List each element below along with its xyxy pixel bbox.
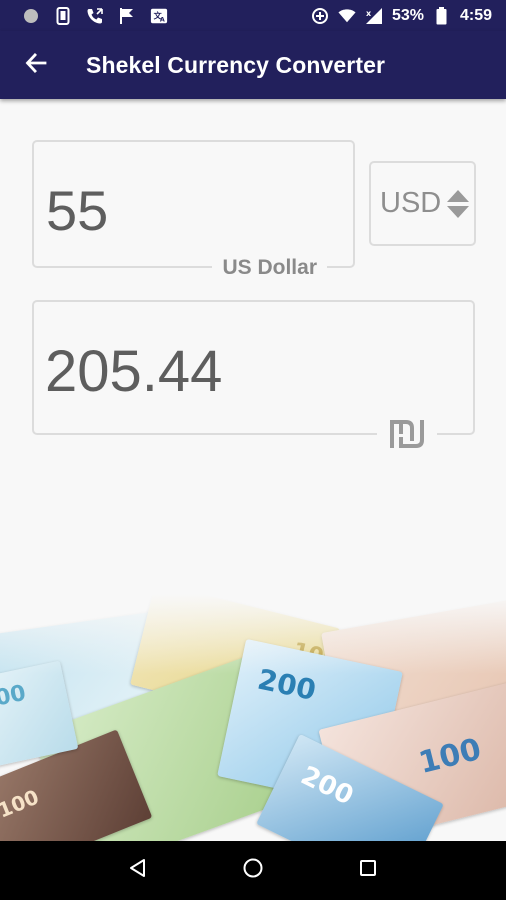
currency-selector[interactable]: USD [369, 161, 476, 246]
sort-arrows-icon [447, 189, 470, 218]
signal-icon: x [365, 7, 383, 25]
clock: 4:59 [459, 6, 492, 24]
battery-percent: 53% [391, 6, 424, 24]
status-right: x 53% 4:59 [311, 6, 492, 25]
amount-currency-label: US Dollar [212, 256, 327, 280]
notification-dot-icon [22, 7, 40, 25]
shekel-glyph [390, 420, 424, 448]
result-field: 205.44 ₪ [32, 300, 475, 451]
amount-value[interactable]: 55 [46, 178, 108, 243]
wifi-icon [338, 7, 356, 25]
converter-content: 55 US Dollar USD 205.44 ₪ 200 100 [0, 99, 506, 841]
nav-back-button[interactable] [116, 849, 160, 893]
result-value: 205.44 [45, 339, 223, 404]
shekel-symbol-label: ₪ [377, 417, 437, 451]
back-button[interactable] [18, 47, 54, 83]
device-icon [54, 6, 72, 25]
data-saver-icon [311, 7, 329, 25]
recents-square-icon [358, 858, 378, 883]
nav-home-button[interactable] [231, 849, 275, 893]
status-left-icons: 文A [22, 6, 168, 25]
banknotes-background: 200 100 50 50 100 200 100 200 100 [0, 594, 506, 841]
nav-recents-button[interactable] [346, 849, 390, 893]
navigation-bar [0, 841, 506, 900]
arrow-back-icon [25, 52, 47, 79]
app-title: Shekel Currency Converter [86, 51, 386, 78]
svg-text:A: A [160, 16, 165, 23]
selected-currency-code: USD [380, 187, 442, 219]
phone-call-icon [86, 7, 104, 25]
back-triangle-icon [128, 858, 148, 883]
battery-icon [433, 6, 451, 25]
status-bar: 文A x 53% 4:59 [0, 0, 506, 31]
translate-icon: 文A [150, 7, 168, 25]
svg-text:x: x [366, 9, 372, 18]
flag-icon [118, 7, 136, 25]
amount-input-field[interactable]: 55 US Dollar [32, 140, 355, 280]
home-circle-icon [242, 857, 264, 884]
app-bar: Shekel Currency Converter [0, 31, 506, 99]
